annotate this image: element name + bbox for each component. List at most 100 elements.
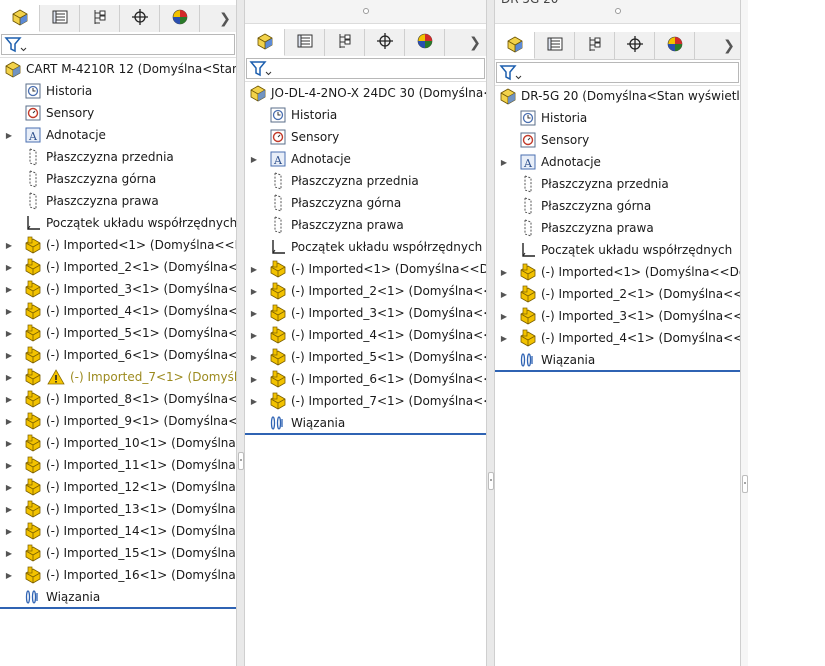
tree-item[interactable]: ▶ A Adnotacje bbox=[0, 124, 236, 146]
tree-item[interactable]: Płaszczyzna prawa bbox=[495, 217, 740, 239]
tree-item[interactable]: ▶ A Adnotacje bbox=[245, 148, 486, 170]
tree-item[interactable]: Płaszczyzna górna bbox=[245, 192, 486, 214]
tab-configuration-manager[interactable] bbox=[80, 5, 120, 32]
filter-input[interactable] bbox=[496, 62, 739, 83]
filter-funnel-icon[interactable] bbox=[4, 36, 28, 54]
tab-dimxpert[interactable] bbox=[365, 29, 405, 56]
expand-arrow-icon[interactable]: ▶ bbox=[5, 388, 13, 410]
tree-item[interactable]: ▶ (-) Imported_2<1> (Domyślna<<Dc bbox=[0, 256, 236, 278]
tree-item[interactable]: Płaszczyzna prawa bbox=[0, 190, 236, 212]
tree-item[interactable]: Początek układu współrzędnych bbox=[245, 236, 486, 258]
expand-arrow-icon[interactable]: ▶ bbox=[500, 327, 508, 349]
panel-splitter[interactable] bbox=[486, 0, 495, 666]
tree-item[interactable]: ▶ (-) Imported_12<1> (Domyślna<<D bbox=[0, 476, 236, 498]
tree-item[interactable]: ▶ (-) Imported_3<1> (Domyślna<<Dc bbox=[495, 305, 740, 327]
filter-input[interactable] bbox=[246, 58, 485, 79]
tree-item[interactable]: Wiązania bbox=[245, 412, 486, 434]
tree-item[interactable]: Płaszczyzna przednia bbox=[495, 173, 740, 195]
tree-item[interactable]: Historia bbox=[0, 80, 236, 102]
tree-item[interactable]: ▶ (-) Imported_4<1> (Domyślna<<Dc bbox=[495, 327, 740, 349]
tree-item[interactable]: ▶ (-) Imported<1> (Domyślna<<Dom bbox=[245, 258, 486, 280]
tab-feature-manager[interactable] bbox=[495, 32, 535, 59]
tree-item[interactable]: ▶ (-) Imported_5<1> (Domyślna<<Dc bbox=[245, 346, 486, 368]
expand-arrow-icon[interactable]: ▶ bbox=[5, 366, 13, 388]
tree-item[interactable]: Historia bbox=[495, 107, 740, 129]
expand-arrow-icon[interactable]: ▶ bbox=[5, 234, 13, 256]
tab-scroll-right[interactable]: ❯ bbox=[214, 5, 236, 32]
tree-item[interactable]: ▶ (-) Imported_7<1> (Domyślna< bbox=[0, 366, 236, 388]
tab-property-manager[interactable] bbox=[535, 32, 575, 59]
panel-splitter[interactable] bbox=[740, 0, 748, 666]
tree-item[interactable]: ▶ (-) Imported<1> (Domyślna<<Dom bbox=[495, 261, 740, 283]
tree-root-assembly[interactable]: DR-5G 20 (Domyślna<Stan wyświetlania bbox=[495, 85, 740, 107]
expand-arrow-icon[interactable]: ▶ bbox=[5, 410, 13, 432]
tree-item[interactable]: Sensory bbox=[245, 126, 486, 148]
tree-root-assembly[interactable]: JO-DL-4-2NO-X 24DC 30 (Domyślna<St bbox=[245, 82, 486, 104]
tab-feature-manager[interactable] bbox=[0, 5, 40, 32]
tree-item[interactable]: ▶ (-) Imported_11<1> (Domyślna<<D bbox=[0, 454, 236, 476]
tree-item[interactable]: ▶ (-) Imported_13<1> (Domyślna<<D bbox=[0, 498, 236, 520]
resize-handle[interactable] bbox=[362, 8, 369, 14]
tree-item[interactable]: ▶ (-) Imported_8<1> (Domyślna<<Dc bbox=[0, 388, 236, 410]
tab-configuration-manager[interactable] bbox=[325, 29, 365, 56]
filter-funnel-icon[interactable] bbox=[249, 60, 273, 78]
tree-item[interactable]: ▶ (-) Imported_4<1> (Domyślna<<Dc bbox=[245, 324, 486, 346]
tab-property-manager[interactable] bbox=[40, 5, 80, 32]
expand-arrow-icon[interactable]: ▶ bbox=[500, 151, 508, 173]
expand-arrow-icon[interactable]: ▶ bbox=[5, 454, 13, 476]
tab-scroll-right[interactable]: ❯ bbox=[718, 32, 740, 59]
expand-arrow-icon[interactable]: ▶ bbox=[5, 256, 13, 278]
tree-root-assembly[interactable]: CART M-4210R 12 (Domyślna<Stan wyśw bbox=[0, 58, 236, 80]
tab-property-manager[interactable] bbox=[285, 29, 325, 56]
expand-arrow-icon[interactable]: ▶ bbox=[5, 322, 13, 344]
tree-item[interactable]: Płaszczyzna przednia bbox=[245, 170, 486, 192]
expand-arrow-icon[interactable]: ▶ bbox=[250, 302, 258, 324]
tree-item[interactable]: Początek układu współrzędnych bbox=[495, 239, 740, 261]
tree-item[interactable]: Wiązania bbox=[495, 349, 740, 371]
expand-arrow-icon[interactable]: ▶ bbox=[250, 346, 258, 368]
tree-item[interactable]: ▶ (-) Imported_6<1> (Domyślna<<Dc bbox=[0, 344, 236, 366]
expand-arrow-icon[interactable]: ▶ bbox=[250, 258, 258, 280]
tab-dimxpert[interactable] bbox=[615, 32, 655, 59]
tree-item[interactable]: ▶ (-) Imported_4<1> (Domyślna<<Dc bbox=[0, 300, 236, 322]
tab-display-manager[interactable] bbox=[405, 29, 445, 56]
tree-item[interactable]: ▶ (-) Imported_9<1> (Domyślna<<Dc bbox=[0, 410, 236, 432]
expand-arrow-icon[interactable]: ▶ bbox=[5, 564, 13, 586]
tree-item[interactable]: ▶ (-) Imported_3<1> (Domyślna<<Dc bbox=[0, 278, 236, 300]
expand-arrow-icon[interactable]: ▶ bbox=[5, 520, 13, 542]
resize-handle[interactable] bbox=[614, 8, 621, 14]
expand-arrow-icon[interactable]: ▶ bbox=[5, 542, 13, 564]
tree-item[interactable]: Sensory bbox=[0, 102, 236, 124]
tree-item[interactable]: Sensory bbox=[495, 129, 740, 151]
tab-dimxpert[interactable] bbox=[120, 5, 160, 32]
tree-item[interactable]: ▶ (-) Imported_7<1> (Domyślna<<Dc bbox=[245, 390, 486, 412]
expand-arrow-icon[interactable]: ▶ bbox=[500, 283, 508, 305]
tree-item[interactable]: ▶ (-) Imported_5<1> (Domyślna<<Dc bbox=[0, 322, 236, 344]
expand-arrow-icon[interactable]: ▶ bbox=[5, 432, 13, 454]
expand-arrow-icon[interactable]: ▶ bbox=[5, 124, 13, 146]
expand-arrow-icon[interactable]: ▶ bbox=[5, 476, 13, 498]
tree-item[interactable]: ▶ (-) Imported<1> (Domyślna<<Dom bbox=[0, 234, 236, 256]
panel-splitter[interactable] bbox=[236, 0, 245, 666]
tab-feature-manager[interactable] bbox=[245, 29, 285, 56]
expand-arrow-icon[interactable]: ▶ bbox=[5, 300, 13, 322]
tab-display-manager[interactable] bbox=[655, 32, 695, 59]
expand-arrow-icon[interactable]: ▶ bbox=[250, 280, 258, 302]
expand-arrow-icon[interactable]: ▶ bbox=[250, 148, 258, 170]
expand-arrow-icon[interactable]: ▶ bbox=[250, 368, 258, 390]
tree-item[interactable]: ▶ (-) Imported_2<1> (Domyślna<<Dc bbox=[495, 283, 740, 305]
filter-funnel-icon[interactable] bbox=[499, 64, 523, 82]
tree-item[interactable]: ▶ (-) Imported_15<1> (Domyślna<<D bbox=[0, 542, 236, 564]
tree-item[interactable]: Historia bbox=[245, 104, 486, 126]
tree-item[interactable]: Płaszczyzna górna bbox=[0, 168, 236, 190]
tree-item[interactable]: ▶ (-) Imported_3<1> (Domyślna<<Dc bbox=[245, 302, 486, 324]
tree-item[interactable]: Początek układu współrzędnych bbox=[0, 212, 236, 234]
expand-arrow-icon[interactable]: ▶ bbox=[5, 498, 13, 520]
tree-item[interactable]: ▶ (-) Imported_10<1> (Domyślna<<D bbox=[0, 432, 236, 454]
expand-arrow-icon[interactable]: ▶ bbox=[500, 305, 508, 327]
tree-item[interactable]: Płaszczyzna przednia bbox=[0, 146, 236, 168]
tree-item[interactable]: ▶ (-) Imported_2<1> (Domyślna<<Dc bbox=[245, 280, 486, 302]
expand-arrow-icon[interactable]: ▶ bbox=[250, 324, 258, 346]
tree-item[interactable]: ▶ (-) Imported_6<1> (Domyślna<<Dc bbox=[245, 368, 486, 390]
tab-scroll-right[interactable]: ❯ bbox=[464, 29, 486, 56]
